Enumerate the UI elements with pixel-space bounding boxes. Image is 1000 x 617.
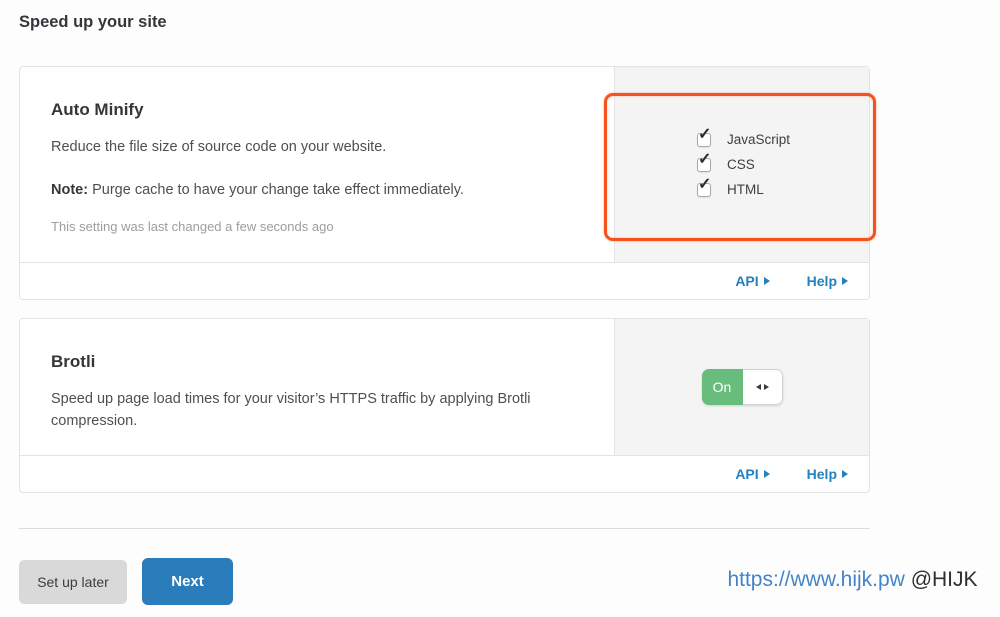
arrow-left-icon — [755, 384, 761, 390]
arrow-right-icon — [842, 470, 848, 478]
auto-minify-card-body: Auto Minify Reduce the file size of sour… — [20, 67, 869, 262]
arrow-right-icon — [763, 277, 770, 285]
api-link-label: API — [735, 466, 759, 482]
toggle-on-segment: On — [701, 369, 743, 405]
arrow-right-icon — [842, 277, 848, 285]
brotli-description: Speed up page load times for your visito… — [51, 391, 531, 430]
checkmark-icon: ✓ — [698, 125, 712, 143]
help-link-label: Help — [806, 466, 837, 482]
page-title: Speed up your site — [19, 13, 167, 31]
bottom-divider — [19, 528, 870, 529]
next-button[interactable]: Next — [142, 558, 233, 605]
html-checkbox[interactable]: ✓ — [697, 176, 711, 197]
auto-minify-controls: ✓ JavaScript ✓ CSS ✓ HTML — [614, 67, 869, 262]
checkbox-row-javascript: ✓ JavaScript — [697, 126, 791, 147]
auto-minify-info: Auto Minify Reduce the file size of sour… — [20, 67, 614, 262]
auto-minify-help-link[interactable]: Help — [807, 273, 848, 289]
brotli-title: Brotli — [51, 352, 96, 371]
brotli-controls: On — [614, 319, 869, 455]
checkmark-icon: ✓ — [698, 150, 712, 168]
page: Speed up your site Auto Minify Reduce th… — [0, 0, 1000, 617]
brotli-toggle[interactable]: On — [701, 369, 783, 405]
auto-minify-title: Auto Minify — [51, 100, 144, 119]
auto-minify-footer: API Help — [20, 262, 869, 299]
watermark-url-link[interactable]: https://www.hijk.pw — [727, 568, 904, 592]
css-checkbox-label: CSS — [727, 157, 755, 172]
brotli-api-link[interactable]: API — [735, 466, 770, 482]
auto-minify-description: Reduce the file size of source code on y… — [51, 139, 387, 155]
javascript-checkbox[interactable]: ✓ — [697, 126, 711, 147]
javascript-checkbox-label: JavaScript — [727, 132, 791, 147]
watermark: https://www.hijk.pw @HIJK — [705, 548, 1000, 612]
auto-minify-card: Auto Minify Reduce the file size of sour… — [19, 66, 870, 300]
auto-minify-api-link[interactable]: API — [735, 273, 770, 289]
checkmark-icon: ✓ — [698, 175, 712, 193]
brotli-info: Brotli Speed up page load times for your… — [20, 319, 614, 455]
set-up-later-button[interactable]: Set up later — [19, 560, 127, 604]
brotli-footer: API Help — [20, 455, 869, 492]
auto-minify-status: This setting was last changed a few seco… — [51, 219, 334, 235]
watermark-handle: @HIJK — [910, 568, 978, 591]
brotli-card: Brotli Speed up page load times for your… — [19, 318, 870, 493]
auto-minify-checkbox-group: ✓ JavaScript ✓ CSS ✓ HTML — [697, 126, 791, 197]
arrow-right-icon — [763, 384, 769, 390]
note-label: Note: — [51, 182, 89, 199]
html-checkbox-label: HTML — [727, 182, 764, 197]
toggle-knob[interactable] — [742, 369, 783, 405]
brotli-help-link[interactable]: Help — [807, 466, 848, 482]
css-checkbox[interactable]: ✓ — [697, 151, 711, 172]
api-link-label: API — [735, 273, 759, 289]
arrow-right-icon — [763, 470, 770, 478]
note-text: Purge cache to have your change take eff… — [92, 182, 464, 199]
checkbox-row-html: ✓ HTML — [697, 176, 790, 197]
brotli-card-body: Brotli Speed up page load times for your… — [20, 319, 869, 455]
checkbox-row-css: ✓ CSS — [697, 151, 790, 172]
help-link-label: Help — [806, 273, 837, 289]
auto-minify-note: Note: Purge cache to have your change ta… — [51, 182, 584, 198]
